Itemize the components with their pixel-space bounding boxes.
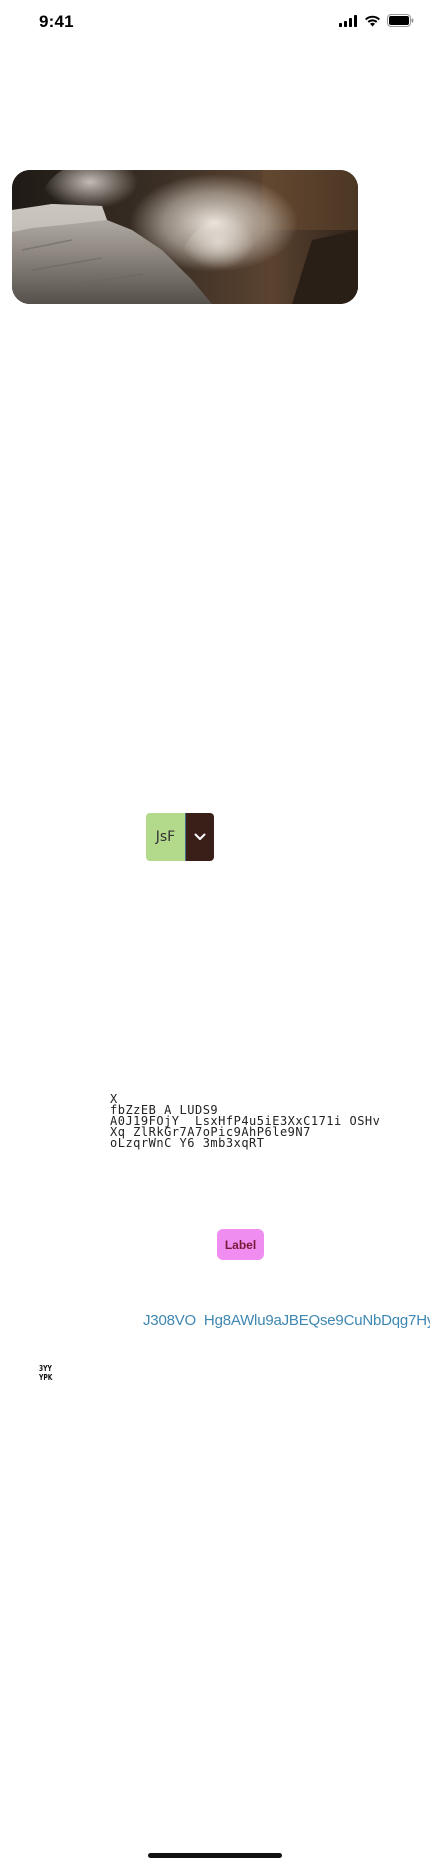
tiny-text: 3YY YPK [39,1364,52,1382]
battery-icon [387,14,414,32]
status-icons [339,14,414,32]
hero-image [12,170,358,304]
status-bar: 9:41 [0,0,430,44]
cellular-signal-icon [339,14,358,32]
label-button[interactable]: Label [217,1229,264,1260]
split-button-main[interactable]: JsF [146,813,185,861]
home-indicator[interactable] [148,1853,282,1858]
mono-text-block: XfbZzEB A LUDS9 A0J19FOjY LsxHfP4u5iE3XxC… [110,1093,380,1150]
link-text[interactable]: J308VO Hg8AWlu9aJBEQse9CuNbDqg7Hyf [143,1312,430,1329]
mono-line: oLzqrWnC Y6 3mb3xqRT [110,1136,265,1150]
split-button-toggle[interactable] [185,813,214,861]
status-time: 9:41 [39,12,74,31]
split-dropdown-button: JsF [146,813,214,861]
chevron-down-icon [194,828,206,846]
tiny-text-line: 3YY [39,1364,52,1373]
tiny-text-line: YPK [39,1373,53,1382]
wifi-icon [364,14,381,32]
